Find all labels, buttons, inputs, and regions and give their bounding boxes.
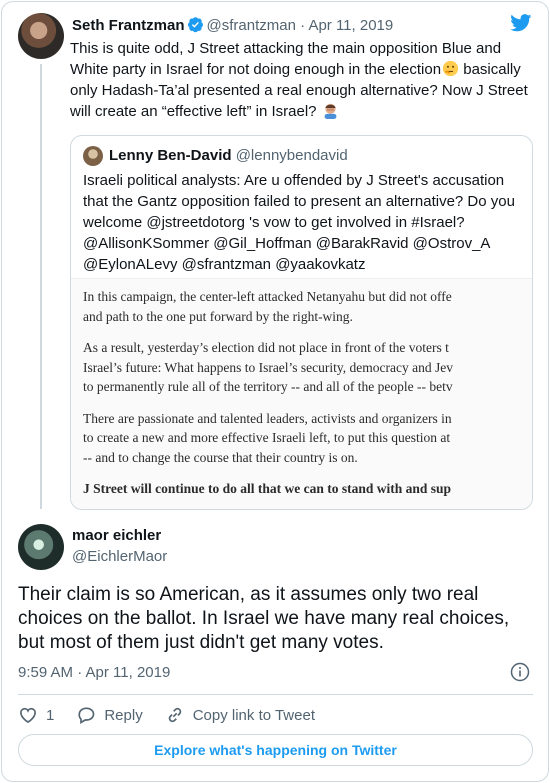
tweet-text: This is quite odd, J Street attacking th… xyxy=(70,38,530,122)
image-line: J Street will continue to do all that we… xyxy=(83,481,452,496)
image-line: As a result, yesterday’s election did no… xyxy=(83,340,449,355)
image-line: and path to the one put forward by the r… xyxy=(83,308,353,324)
avatar[interactable] xyxy=(18,13,64,59)
quoted-text: Israeli political analysts: Are u offend… xyxy=(83,172,515,273)
link-icon xyxy=(168,707,181,723)
tweet-header: Seth Frantzman @sfrantzman · Apr 11, 2019 xyxy=(72,16,393,36)
thread-line xyxy=(40,64,42,509)
reply-label: Reply xyxy=(104,706,143,724)
quoted-header: Lenny Ben-David @lennybendavid xyxy=(109,146,348,166)
quoted-image[interactable]: In this campaign, the center-left attack… xyxy=(71,278,532,509)
quoted-avatar xyxy=(83,146,103,166)
like-count: 1 xyxy=(46,706,55,724)
image-line: In this campaign, the center-left attack… xyxy=(83,289,452,304)
verified-badge-icon xyxy=(187,17,203,33)
reply-bubble-icon xyxy=(78,707,95,724)
tweet-date[interactable]: · Apr 11, 2019 xyxy=(300,17,393,34)
image-paragraph-1: In this campaign, the center-left attack… xyxy=(83,287,532,326)
divider xyxy=(18,694,533,695)
image-paragraph-4: J Street will continue to do all that we… xyxy=(83,479,532,499)
explore-button[interactable]: Explore what's happening on Twitter xyxy=(18,734,533,766)
action-bar: 1 Reply Copy link to Tweet xyxy=(18,702,315,728)
reply-button[interactable]: Reply xyxy=(76,705,143,725)
image-line: to create a new and more effective Israe… xyxy=(83,430,451,445)
man-facepalming-icon xyxy=(324,103,337,119)
like-button[interactable]: 1 xyxy=(18,705,54,725)
tweet-text-part1: This is quite odd, J Street attacking th… xyxy=(70,40,502,78)
heart-icon xyxy=(20,707,36,724)
thinking-face-icon xyxy=(442,60,459,77)
reply-avatar[interactable] xyxy=(18,524,64,570)
copy-link-button[interactable]: Copy link to Tweet xyxy=(165,705,315,725)
quoted-tweet[interactable]: Lenny Ben-David @lennybendavid Israeli p… xyxy=(70,135,533,510)
image-line: Israel’s future: What happens to Israel’… xyxy=(83,359,453,375)
info-icon[interactable] xyxy=(510,662,530,682)
image-paragraph-3: There are passionate and talented leader… xyxy=(83,409,532,468)
reply-author-name[interactable]: maor eichler xyxy=(72,527,161,544)
reply-author-handle[interactable]: @EichlerMaor xyxy=(72,548,167,565)
image-paragraph-2: As a result, yesterday’s election did no… xyxy=(83,338,532,397)
copy-link-label: Copy link to Tweet xyxy=(192,706,315,724)
reply-timestamp[interactable]: 9:59 AM · Apr 11, 2019 xyxy=(18,664,170,681)
image-line: There are passionate and talented leader… xyxy=(83,410,452,426)
image-line: -- and to change the course that their c… xyxy=(83,449,358,465)
image-line: to permanently rule all of the territory… xyxy=(83,379,453,394)
quoted-author-handle: @lennybendavid xyxy=(235,147,348,164)
quoted-author-name: Lenny Ben-David xyxy=(109,147,232,164)
author-handle[interactable]: @sfrantzman xyxy=(207,17,296,34)
reply-text: Their claim is so American, as it assume… xyxy=(18,584,510,653)
twitter-bird-icon[interactable] xyxy=(510,14,532,32)
author-name[interactable]: Seth Frantzman xyxy=(72,17,185,34)
